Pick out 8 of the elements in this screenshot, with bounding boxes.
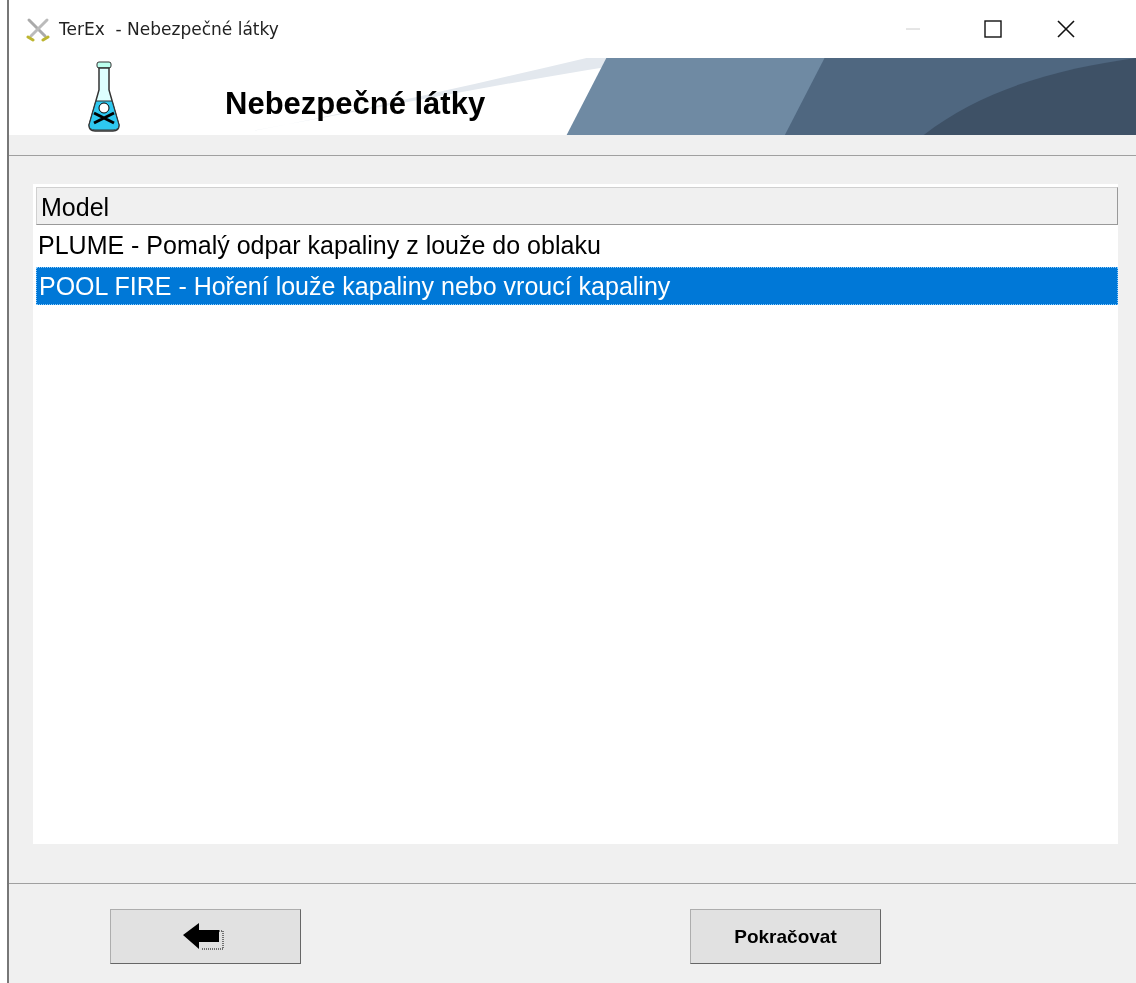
continue-button[interactable]: Pokračovat xyxy=(690,909,881,964)
app-icon xyxy=(25,16,51,42)
list-row[interactable]: POOL FIRE - Hoření louže kapaliny nebo vroucí kapaliny xyxy=(36,267,1118,305)
column-header[interactable]: Model xyxy=(36,187,1118,225)
back-button[interactable] xyxy=(110,909,301,964)
list-row[interactable]: PLUME - Pomalý odpar kapaliny z louže do oblaku xyxy=(36,227,1118,265)
banner-title: Nebezpečné látky xyxy=(225,84,486,122)
window-title: TerEx - Nebezpečné látky xyxy=(59,19,280,39)
